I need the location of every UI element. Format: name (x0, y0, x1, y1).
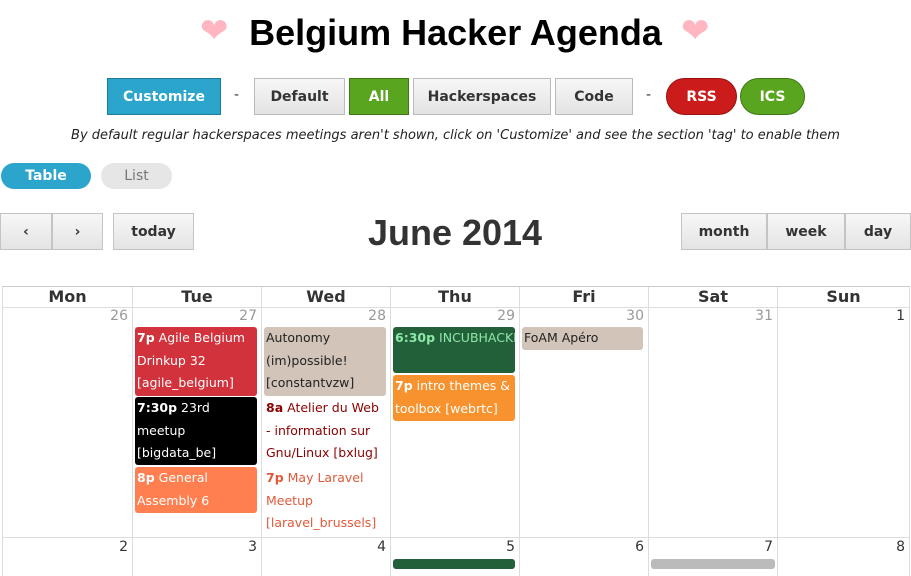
event-time: 8a (266, 400, 284, 415)
tab-list[interactable]: List (101, 163, 172, 189)
calendar-event[interactable]: 8a Atelier du Web - information sur Gnu/… (264, 397, 386, 466)
calendar-event[interactable] (651, 559, 775, 569)
event-title: intro themes & toolbox [webrtc] (395, 378, 511, 416)
default-filter-button[interactable]: Default (254, 78, 345, 115)
calendar-grid: Mon Tue Wed Thu Fri Sat Sun 26 27 28 29 … (2, 286, 910, 576)
day-header-tue: Tue (132, 287, 261, 307)
separator: - (234, 87, 240, 103)
notice-text: By default regular hackerspaces meetings… (71, 128, 840, 143)
event-title: Autonomy (im)possible! [constantvzw] (266, 330, 355, 390)
day-number: 1 (896, 308, 905, 324)
calendar-event[interactable]: 7p Agile Belgium Drinkup 32 [agile_belgi… (135, 327, 257, 396)
week-view-button[interactable]: week (767, 213, 845, 250)
day-number: 31 (755, 308, 773, 324)
day-number: 4 (377, 539, 386, 555)
tab-table[interactable]: Table (1, 163, 91, 189)
calendar-event[interactable]: FoAM Apéro [foam] (522, 327, 643, 350)
calendar-event[interactable]: 6:30p INCUBHACKER [incubhacker] (393, 327, 515, 373)
month-view-button[interactable]: month (681, 213, 767, 250)
day-number: 2 (119, 539, 128, 555)
customize-button[interactable]: Customize (107, 78, 221, 115)
calendar-event[interactable] (393, 559, 515, 569)
calendar-event[interactable]: 7p intro themes & toolbox [webrtc] (393, 375, 515, 421)
event-time: 7:30p (137, 400, 178, 415)
day-header-sun: Sun (777, 287, 909, 307)
day-number: 26 (110, 308, 128, 324)
rss-button[interactable]: RSS (666, 78, 737, 115)
event-time: 8p (137, 470, 155, 485)
day-number: 6 (635, 539, 644, 555)
event-title: INCUBHACKER [incubhacker] (439, 330, 515, 345)
day-number: 5 (506, 539, 515, 555)
day-header-mon: Mon (2, 287, 132, 307)
day-number: 30 (626, 308, 644, 324)
event-time: 6:30p (395, 330, 436, 345)
calendar-event[interactable]: Autonomy (im)possible! [constantvzw] (264, 327, 386, 396)
day-number: 29 (497, 308, 515, 324)
day-header-wed: Wed (261, 287, 390, 307)
day-view-button[interactable]: day (845, 213, 911, 250)
page-title: Belgium Hacker Agenda (249, 12, 662, 53)
day-number: 3 (248, 539, 257, 555)
calendar-event[interactable]: 8p General Assembly 6 [hsbxl] (135, 467, 257, 513)
event-title: FoAM Apéro [foam] (524, 330, 599, 345)
prev-button[interactable]: ‹ (0, 213, 52, 250)
day-number: 7 (764, 539, 773, 555)
ics-button[interactable]: ICS (740, 78, 805, 115)
today-button[interactable]: today (113, 213, 194, 250)
event-time: 7p (266, 470, 284, 485)
event-time: 7p (395, 378, 413, 393)
event-title: Atelier du Web - information sur Gnu/Lin… (266, 400, 379, 460)
event-time: 7p (137, 330, 155, 345)
day-header-sat: Sat (648, 287, 777, 307)
calendar-title: June 2014 (367, 212, 543, 253)
hackerspaces-filter-button[interactable]: Hackerspaces (413, 78, 551, 115)
day-header-fri: Fri (519, 287, 648, 307)
code-filter-button[interactable]: Code (555, 78, 633, 115)
day-header-thu: Thu (390, 287, 519, 307)
day-number: 8 (896, 539, 905, 555)
day-number: 28 (368, 308, 386, 324)
next-button[interactable]: › (52, 213, 103, 250)
calendar-event[interactable]: 7p May Laravel Meetup [laravel_brussels] (264, 467, 386, 536)
heart-icon: ❤ (681, 11, 710, 51)
calendar-event[interactable]: 7:30p 23rd meetup [bigdata_be] (135, 397, 257, 465)
day-number: 27 (239, 308, 257, 324)
separator: - (646, 87, 652, 103)
all-filter-button[interactable]: All (349, 78, 409, 115)
